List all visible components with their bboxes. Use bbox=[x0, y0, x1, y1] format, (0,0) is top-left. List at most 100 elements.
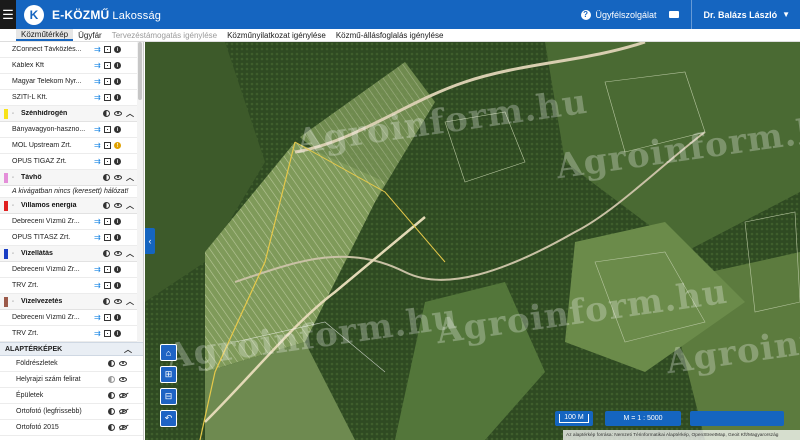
share-icon[interactable]: ⇉ bbox=[94, 330, 101, 338]
share-icon[interactable]: ⇉ bbox=[94, 78, 101, 86]
layer-row[interactable]: Debreceni Vízmű Zr... ⇉ i bbox=[0, 262, 143, 278]
tab-ugyfar[interactable]: Ügyfár bbox=[73, 29, 107, 41]
info-icon[interactable]: i bbox=[114, 126, 121, 133]
share-icon[interactable]: ⇉ bbox=[94, 314, 101, 322]
layer-group-header[interactable]: ◦ Távhő ︿ bbox=[0, 170, 143, 186]
chevron-up-icon[interactable]: ︿ bbox=[126, 200, 134, 211]
info-icon[interactable]: i bbox=[114, 314, 121, 321]
help-link[interactable]: Ügyfélszolgálat bbox=[596, 10, 657, 20]
layer-group-header[interactable]: ◦ Szénhidrogén ︿ bbox=[0, 106, 143, 122]
opacity-icon[interactable] bbox=[103, 298, 110, 305]
menu-icon[interactable]: ☰ bbox=[0, 0, 16, 29]
user-name[interactable]: Dr. Balázs László bbox=[704, 10, 778, 20]
opacity-icon[interactable] bbox=[108, 392, 115, 399]
layer-row[interactable]: Magyar Telekom Nyr... ⇉ i bbox=[0, 74, 143, 90]
layer-grid-icon[interactable] bbox=[104, 314, 111, 321]
info-icon[interactable]: i bbox=[114, 218, 121, 225]
eye-off-icon[interactable] bbox=[119, 393, 127, 398]
share-icon[interactable]: ⇉ bbox=[94, 266, 101, 274]
chevron-up-icon[interactable]: ︿ bbox=[126, 172, 134, 183]
info-icon[interactable]: i bbox=[114, 94, 121, 101]
eye-icon[interactable] bbox=[114, 175, 122, 180]
home-button[interactable]: ⌂ bbox=[160, 344, 177, 361]
opacity-icon[interactable] bbox=[103, 174, 110, 181]
info-icon[interactable]: i bbox=[114, 46, 121, 53]
share-icon[interactable]: ⇉ bbox=[94, 94, 101, 102]
map-view[interactable]: Agroinform.hu Agroinform.hu Agroinform.h… bbox=[145, 42, 800, 440]
eye-icon[interactable] bbox=[119, 361, 127, 366]
layer-grid-icon[interactable] bbox=[104, 234, 111, 241]
layer-row[interactable]: TRV Zrt. ⇉ i bbox=[0, 278, 143, 294]
opacity-icon[interactable] bbox=[108, 376, 115, 383]
opacity-icon[interactable] bbox=[103, 250, 110, 257]
share-icon[interactable]: ⇉ bbox=[94, 218, 101, 226]
tab-kozmuterkep[interactable]: Közműtérkép bbox=[16, 29, 74, 41]
layer-group-header[interactable]: ◦ Vízellátás ︿ bbox=[0, 246, 143, 262]
share-icon[interactable]: ⇉ bbox=[94, 46, 101, 54]
eye-off-icon[interactable] bbox=[119, 409, 127, 414]
base-map-row[interactable]: Helyrajzi szám felirat bbox=[0, 372, 143, 388]
eye-icon[interactable] bbox=[114, 299, 122, 304]
opacity-icon[interactable] bbox=[103, 202, 110, 209]
layer-grid-icon[interactable] bbox=[104, 158, 111, 165]
info-icon[interactable]: i bbox=[114, 62, 121, 69]
collapse-sidebar-button[interactable]: ‹ bbox=[145, 228, 155, 254]
layer-group-header[interactable]: ◦ Villamos energia ︿ bbox=[0, 198, 143, 214]
zoom-in-button[interactable]: ⊞ bbox=[160, 366, 177, 383]
layer-row[interactable]: ZConnect Távközlés... ⇉ i bbox=[0, 42, 143, 58]
layer-grid-icon[interactable] bbox=[104, 46, 111, 53]
layer-row[interactable]: TRV Zrt. ⇉ i bbox=[0, 326, 143, 342]
eye-icon[interactable] bbox=[114, 251, 122, 256]
opacity-icon[interactable] bbox=[108, 424, 115, 431]
share-icon[interactable]: ⇉ bbox=[94, 282, 101, 290]
layer-row[interactable]: Káblex Kft ⇉ i bbox=[0, 58, 143, 74]
scale-ratio[interactable]: M = 1 : 5000 bbox=[605, 411, 681, 426]
layer-grid-icon[interactable] bbox=[104, 94, 111, 101]
undo-button[interactable]: ↶ bbox=[160, 410, 177, 427]
layer-grid-icon[interactable] bbox=[104, 218, 111, 225]
info-icon[interactable]: i bbox=[114, 330, 121, 337]
opacity-icon[interactable] bbox=[103, 110, 110, 117]
layer-grid-icon[interactable] bbox=[104, 282, 111, 289]
share-icon[interactable]: ⇉ bbox=[94, 158, 101, 166]
zoom-out-button[interactable]: ⊟ bbox=[160, 388, 177, 405]
layer-row[interactable]: OPUS TITÁSZ Zrt. ⇉ i bbox=[0, 230, 143, 246]
share-icon[interactable]: ⇉ bbox=[94, 62, 101, 70]
eye-off-icon[interactable] bbox=[119, 425, 127, 430]
chevron-up-icon[interactable]: ︿ bbox=[126, 248, 134, 259]
layer-row[interactable]: Bányavagyon-haszno... ⇉ i bbox=[0, 122, 143, 138]
base-map-row[interactable]: Ortofotó 2015 bbox=[0, 420, 143, 436]
eye-icon[interactable] bbox=[114, 111, 122, 116]
tab-kozmunyilatkozat[interactable]: Közműnyilatkozat igénylése bbox=[222, 29, 331, 41]
help-icon[interactable]: ? bbox=[580, 9, 591, 20]
info-icon[interactable]: i bbox=[114, 78, 121, 85]
layer-grid-icon[interactable] bbox=[104, 62, 111, 69]
sidebar-scroll-thumb[interactable] bbox=[138, 42, 142, 100]
share-icon[interactable]: ⇉ bbox=[94, 126, 101, 134]
share-icon[interactable]: ⇉ bbox=[94, 234, 101, 242]
layer-grid-icon[interactable] bbox=[104, 266, 111, 273]
warning-icon[interactable]: ! bbox=[114, 142, 121, 149]
base-map-row[interactable]: Épületek bbox=[0, 388, 143, 404]
chevron-up-icon[interactable]: ︿ bbox=[126, 108, 134, 119]
info-icon[interactable]: i bbox=[114, 282, 121, 289]
chevron-up-icon[interactable]: ︿ bbox=[124, 344, 132, 355]
opacity-icon[interactable] bbox=[108, 360, 115, 367]
share-icon[interactable]: ⇉ bbox=[94, 142, 101, 150]
base-map-row[interactable]: Földrészletek bbox=[0, 356, 143, 372]
layer-group-header[interactable]: ◦ Vízelvezetés ︿ bbox=[0, 294, 143, 310]
layer-grid-icon[interactable] bbox=[104, 142, 111, 149]
mail-icon[interactable] bbox=[668, 11, 679, 18]
eye-icon[interactable] bbox=[114, 203, 122, 208]
layer-grid-icon[interactable] bbox=[104, 330, 111, 337]
layer-row[interactable]: Debreceni Vízmű Zr... ⇉ i bbox=[0, 310, 143, 326]
tab-kozmu-allasfoglalas[interactable]: Közmű-állásfoglalás igénylése bbox=[331, 29, 449, 41]
layer-row[interactable]: MOL Upstream Zrt. ⇉! bbox=[0, 138, 143, 154]
chevron-down-icon[interactable]: ▼ bbox=[782, 10, 790, 19]
opacity-icon[interactable] bbox=[108, 408, 115, 415]
layer-grid-icon[interactable] bbox=[104, 78, 111, 85]
info-icon[interactable]: i bbox=[114, 234, 121, 241]
base-maps-header[interactable]: ALAPTÉRKÉPEK ︿ bbox=[0, 342, 143, 356]
eye-icon[interactable] bbox=[119, 377, 127, 382]
layer-row[interactable]: Debreceni Vízmű Zr... ⇉ i bbox=[0, 214, 143, 230]
